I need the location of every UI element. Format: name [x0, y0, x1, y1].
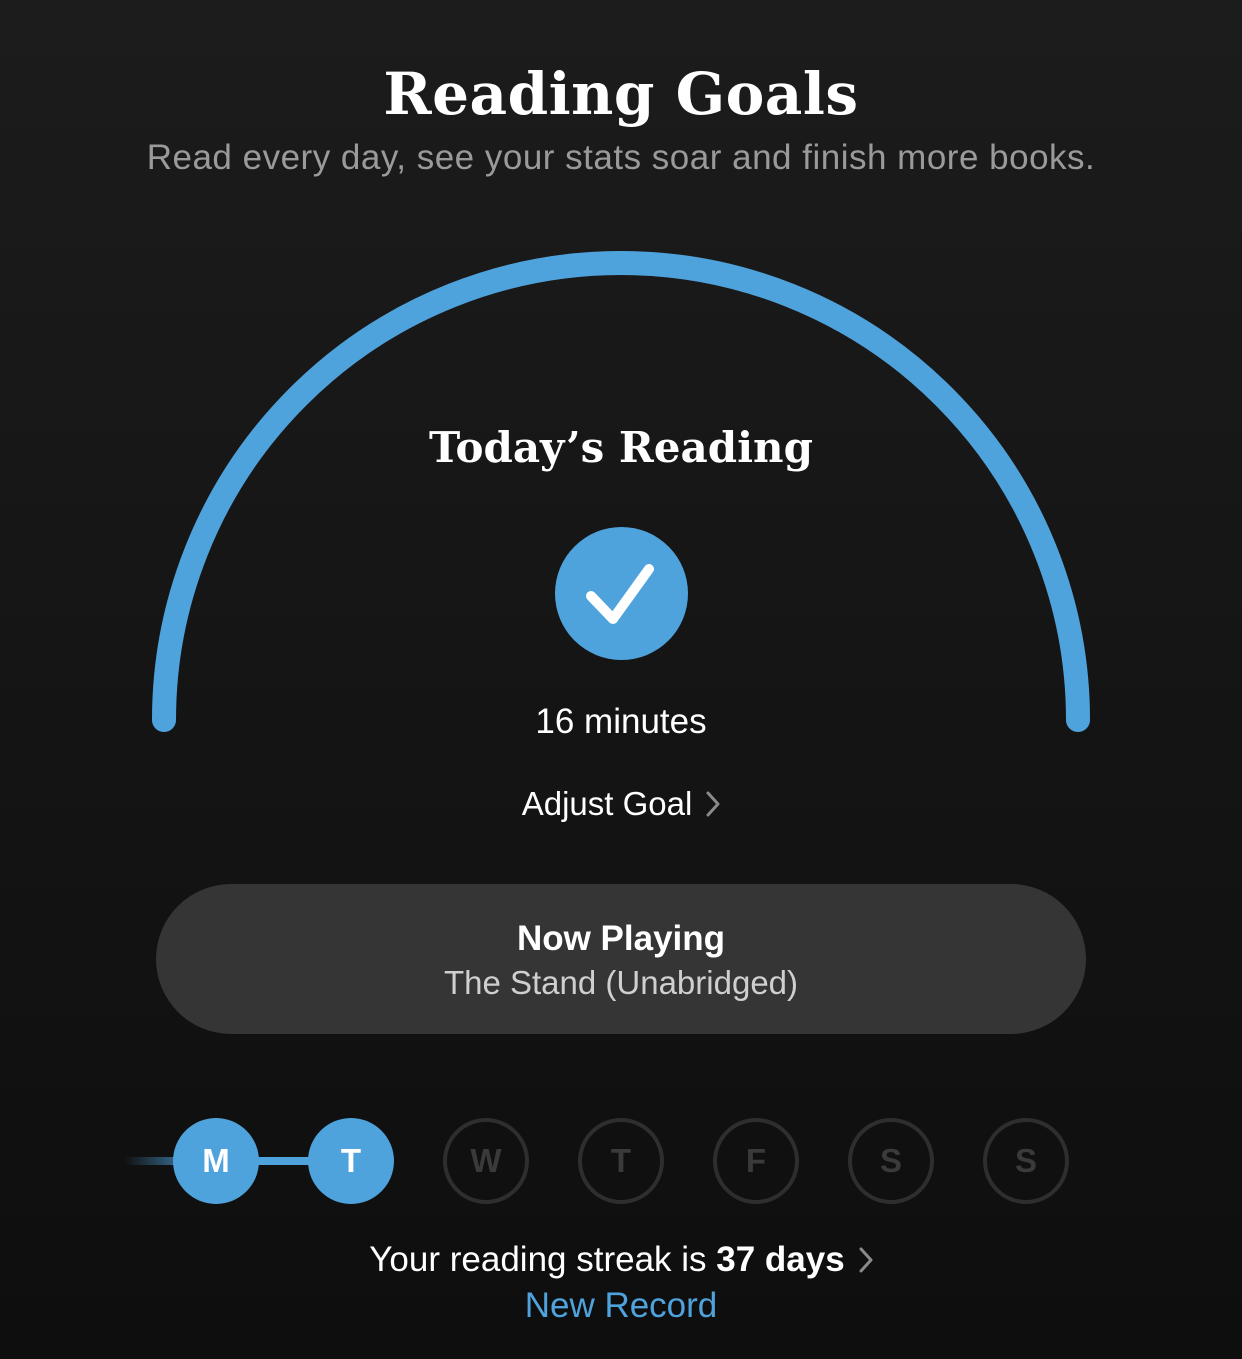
day-indicator-4: T: [578, 1118, 664, 1204]
chevron-right-icon: [859, 1239, 873, 1285]
todays-reading-label: Today’s Reading: [429, 423, 813, 472]
day-indicator-7: S: [983, 1118, 1069, 1204]
new-record-badge: New Record: [524, 1286, 718, 1325]
reading-streak-link[interactable]: Your reading streak is 37 days: [0, 1237, 1242, 1285]
day-indicator-1: M: [173, 1118, 259, 1204]
checkmark-icon: [586, 564, 654, 624]
streak-text: Your reading streak is: [369, 1240, 717, 1279]
day-indicator-3: W: [443, 1118, 529, 1204]
minutes-read: 16 minutes: [535, 702, 707, 741]
day-indicator-2: T: [308, 1118, 394, 1204]
now-playing-label: Now Playing: [516, 919, 726, 958]
goal-complete-badge: [555, 527, 688, 660]
now-playing-button[interactable]: Now Playing The Stand (Unabridged): [156, 884, 1086, 1034]
now-playing-book-title: The Stand (Unabridged): [443, 964, 799, 1001]
day-indicator-6: S: [848, 1118, 934, 1204]
chevron-right-icon: [706, 782, 720, 830]
day-indicator-5: F: [713, 1118, 799, 1204]
adjust-goal-label: Adjust Goal: [521, 785, 693, 822]
streak-value: 37 days: [716, 1240, 845, 1279]
adjust-goal-button[interactable]: Adjust Goal: [471, 780, 771, 828]
weekly-streak-tracker: MTWTFSS: [0, 1116, 1242, 1206]
